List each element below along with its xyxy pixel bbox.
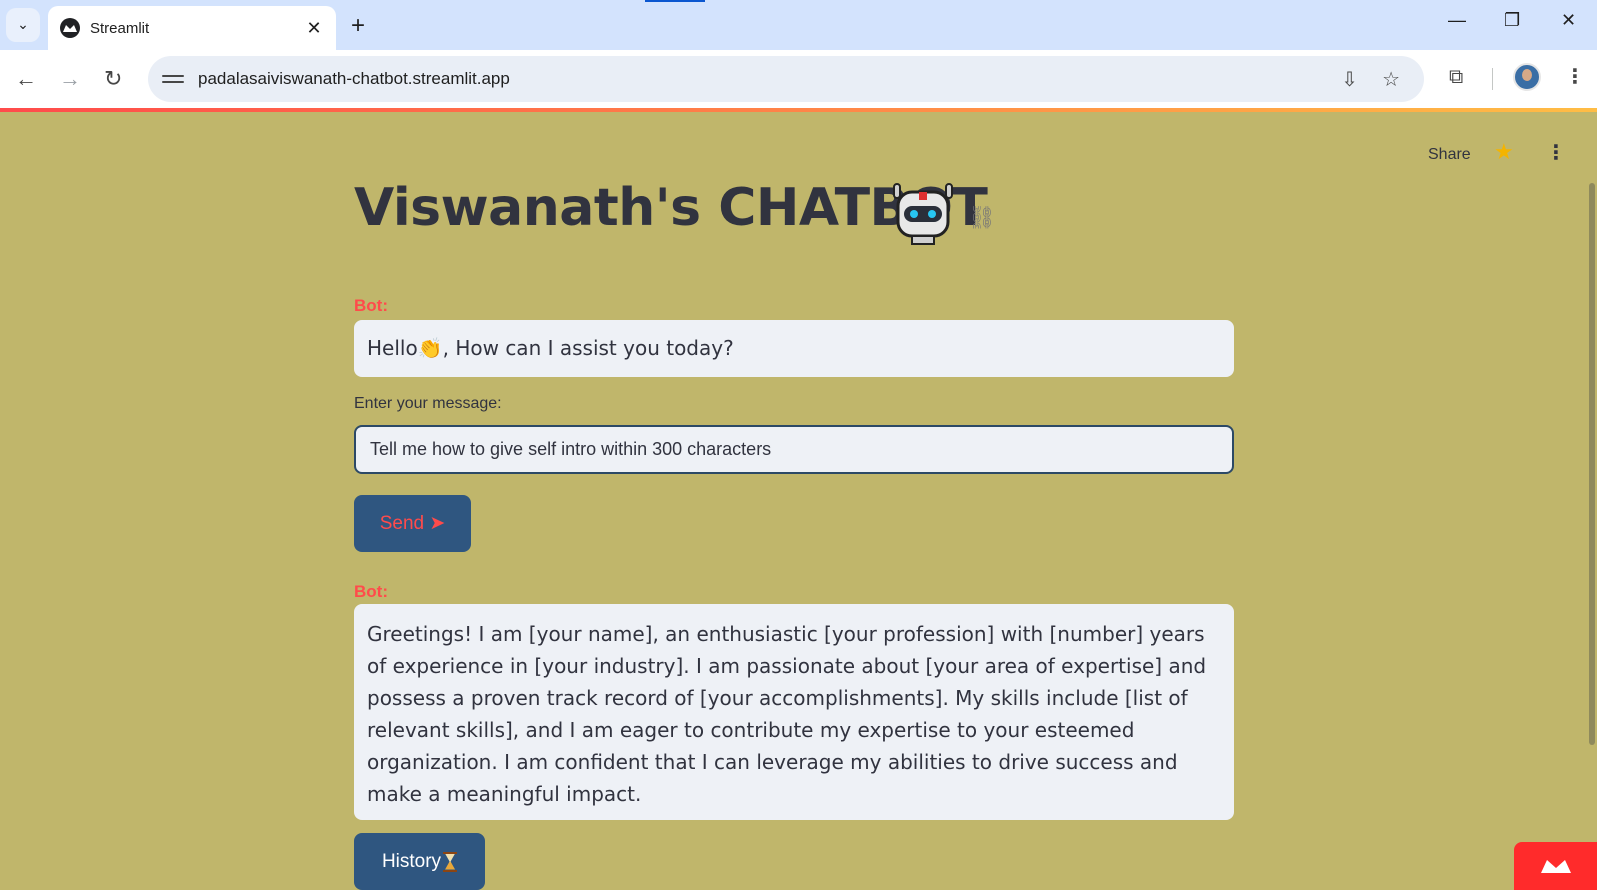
streamlit-logo-icon[interactable] [1514,842,1597,890]
window-close-icon[interactable]: ✕ [1561,10,1576,31]
link-icon[interactable]: ⛓ [968,206,996,231]
browser-tab-bar: ⌄ Streamlit ✕ + — ❐ ✕ [0,0,1597,50]
tab-list-icon[interactable]: ⌄ [6,8,40,42]
message-input[interactable] [354,425,1234,474]
kebab-menu-icon[interactable]: ⋮ [1565,64,1585,88]
hourglass-icon [443,851,458,872]
browser-tab[interactable]: Streamlit ✕ [48,6,336,50]
history-button[interactable]: History [354,833,485,890]
greeting-text-end: , How can I assist you today? [442,336,734,360]
message-input-label: Enter your message: [354,395,502,412]
scrollbar[interactable] [1589,183,1595,745]
favorite-star-icon[interactable]: ★ [1494,140,1514,165]
streamlit-favicon [60,18,80,38]
url-text[interactable]: padalasaiviswanath-chatbot.streamlit.app [198,69,1341,89]
share-button[interactable]: Share [1428,146,1471,164]
extensions-icon[interactable]: ⧉ [1449,64,1463,88]
send-button[interactable]: Send ➤ [354,495,471,552]
bookmark-star-icon[interactable]: ☆ [1382,67,1400,91]
address-bar[interactable]: padalasaiviswanath-chatbot.streamlit.app… [148,56,1424,102]
browser-toolbar: ← → ↻ padalasaiviswanath-chatbot.streaml… [0,50,1597,108]
history-label: History [381,850,442,872]
close-icon[interactable]: ✕ [304,18,324,39]
reload-icon[interactable]: ↻ [104,66,122,92]
profile-avatar[interactable] [1513,63,1541,91]
tab-strip-indicator [645,0,705,2]
bot-greeting-message: Hello👏, How can I assist you today? [354,320,1234,377]
restore-icon[interactable]: ❐ [1504,10,1520,31]
forward-icon[interactable]: → [59,66,81,92]
plus-icon[interactable]: + [351,12,365,40]
back-icon[interactable]: ← [15,66,37,92]
bot-response-message: Greetings! I am [your name], an enthusia… [354,604,1234,820]
bot-label: Bot: [354,296,388,315]
site-info-icon[interactable] [162,68,184,90]
greeting-text-start: Hello [367,336,418,360]
streamlit-decoration-bar [0,108,1597,112]
toolbar-divider [1492,68,1493,90]
main-menu-icon[interactable]: ⋮ [1546,140,1566,164]
waving-hand-icon: 👏 [417,336,443,360]
install-icon[interactable]: ⇩ [1341,67,1358,91]
minimize-icon[interactable]: — [1448,10,1466,31]
tab-title: Streamlit [90,19,150,37]
robot-emoji-icon [893,183,953,245]
bot-label: Bot: [354,582,388,601]
